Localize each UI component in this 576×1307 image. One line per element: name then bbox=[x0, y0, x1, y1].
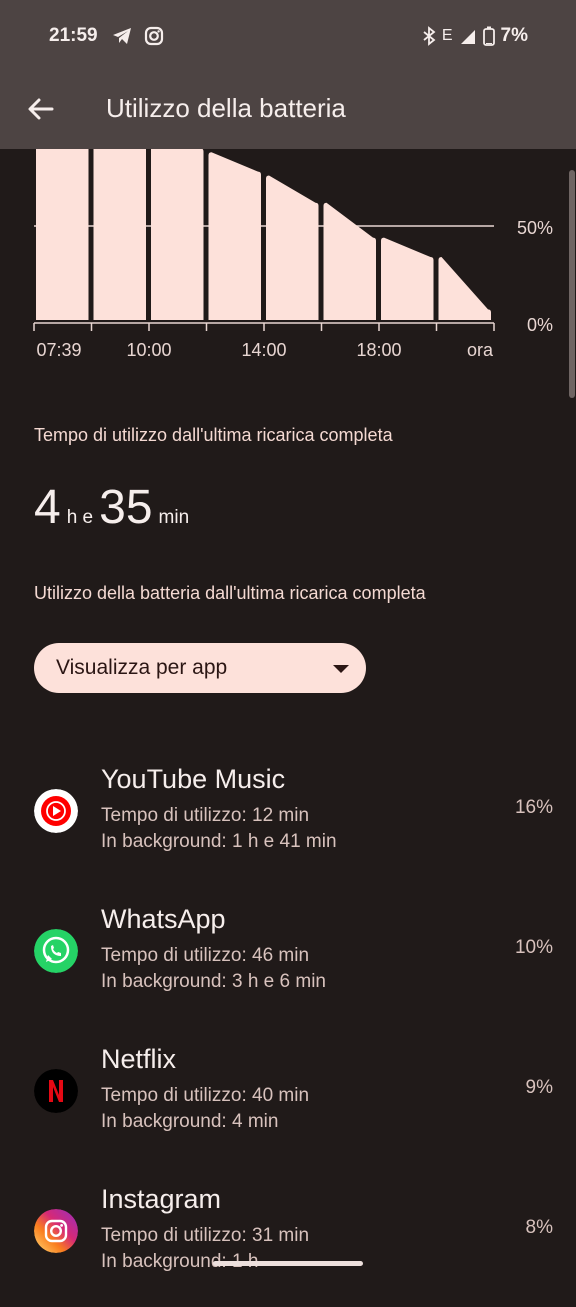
app-background-time: In background: 4 min bbox=[101, 1111, 279, 1132]
battery-icon bbox=[482, 26, 495, 46]
view-by-dropdown[interactable]: Visualizza per app bbox=[34, 643, 366, 693]
app-screen-time: Tempo di utilizzo: 12 min bbox=[101, 805, 310, 826]
list-item-youtube-music[interactable]: YouTube Music Tempo di utilizzo: 12 min … bbox=[0, 764, 576, 887]
y-tick-label: 0% bbox=[527, 315, 553, 335]
signal-icon bbox=[460, 30, 475, 44]
app-screen-time: Tempo di utilizzo: 46 min bbox=[101, 945, 310, 966]
app-screen-time: Tempo di utilizzo: 40 min bbox=[101, 1085, 310, 1106]
app-name: YouTube Music bbox=[101, 764, 286, 794]
battery-percent: 7% bbox=[500, 25, 528, 46]
chart-bar bbox=[93, 129, 146, 320]
gesture-navigation-bar[interactable] bbox=[213, 1261, 363, 1266]
instagram-icon bbox=[144, 26, 164, 46]
usage-heading: Tempo di utilizzo dall'ultima ricarica c… bbox=[34, 425, 393, 445]
x-tick-label: ora bbox=[467, 340, 494, 360]
youtube-music-icon bbox=[34, 789, 78, 833]
x-tick-label: 07:39 bbox=[36, 340, 81, 360]
status-bar: 21:59 E 7% bbox=[0, 0, 576, 72]
chart-bar bbox=[151, 129, 204, 320]
app-name: WhatsApp bbox=[101, 904, 226, 934]
app-name: Instagram bbox=[101, 1184, 222, 1214]
app-background-time: In background: 3 h e 6 min bbox=[101, 971, 326, 992]
telegram-icon bbox=[113, 28, 131, 44]
instagram-icon bbox=[34, 1209, 78, 1253]
status-time: 21:59 bbox=[49, 25, 98, 46]
list-item-instagram[interactable]: Instagram Tempo di utilizzo: 31 min In b… bbox=[0, 1184, 576, 1307]
app-bar: Utilizzo della batteria bbox=[0, 72, 576, 149]
whatsapp-icon bbox=[34, 929, 78, 973]
dropdown-label: Visualizza per app bbox=[56, 656, 228, 679]
x-tick-label: 14:00 bbox=[241, 340, 286, 360]
app-background-time: In background: 1 h e 41 min bbox=[101, 831, 337, 852]
app-percent: 16% bbox=[514, 797, 553, 818]
app-screen-time: Tempo di utilizzo: 31 min bbox=[101, 1225, 310, 1246]
chart-bar bbox=[381, 237, 434, 320]
app-percent: 8% bbox=[525, 1217, 553, 1238]
chart-bar bbox=[208, 152, 261, 320]
battery-usage-heading: Utilizzo della batteria dall'ultima rica… bbox=[34, 583, 426, 603]
chart-bar bbox=[323, 202, 376, 320]
status-icons-right: E 7% bbox=[422, 25, 528, 47]
usage-minutes-unit: min bbox=[158, 507, 190, 528]
page-title: Utilizzo della batteria bbox=[106, 93, 346, 123]
list-item-netflix[interactable]: Netflix Tempo di utilizzo: 40 min In bac… bbox=[0, 1044, 576, 1167]
x-tick-label: 10:00 bbox=[126, 340, 171, 360]
chart-bar bbox=[36, 129, 89, 320]
chart-bar bbox=[266, 175, 319, 320]
app-percent: 9% bbox=[525, 1077, 553, 1098]
usage-time: 4 h e 35 min bbox=[34, 480, 195, 535]
usage-minutes: 35 bbox=[99, 481, 153, 534]
list-item-whatsapp[interactable]: WhatsApp Tempo di utilizzo: 46 min In ba… bbox=[0, 904, 576, 1027]
scrollbar[interactable] bbox=[569, 170, 575, 398]
bluetooth-icon bbox=[423, 26, 436, 46]
chart-bar bbox=[438, 257, 491, 320]
netflix-icon bbox=[34, 1069, 78, 1113]
arrow-back-icon[interactable] bbox=[26, 94, 56, 124]
app-name: Netflix bbox=[101, 1044, 177, 1074]
status-icons-left bbox=[112, 26, 164, 46]
battery-chart-svg: 07:3910:0014:0018:00ora100%50%0% bbox=[33, 121, 553, 360]
usage-hours: 4 bbox=[34, 481, 61, 534]
usage-hours-unit: h e bbox=[66, 507, 94, 528]
battery-chart: 07:3910:0014:0018:00ora100%50%0% bbox=[0, 121, 576, 369]
y-tick-label: 50% bbox=[517, 218, 553, 238]
app-percent: 10% bbox=[514, 937, 553, 958]
x-tick-label: 18:00 bbox=[356, 340, 401, 360]
chevron-down-icon bbox=[333, 665, 349, 673]
network-type: E bbox=[441, 27, 453, 44]
